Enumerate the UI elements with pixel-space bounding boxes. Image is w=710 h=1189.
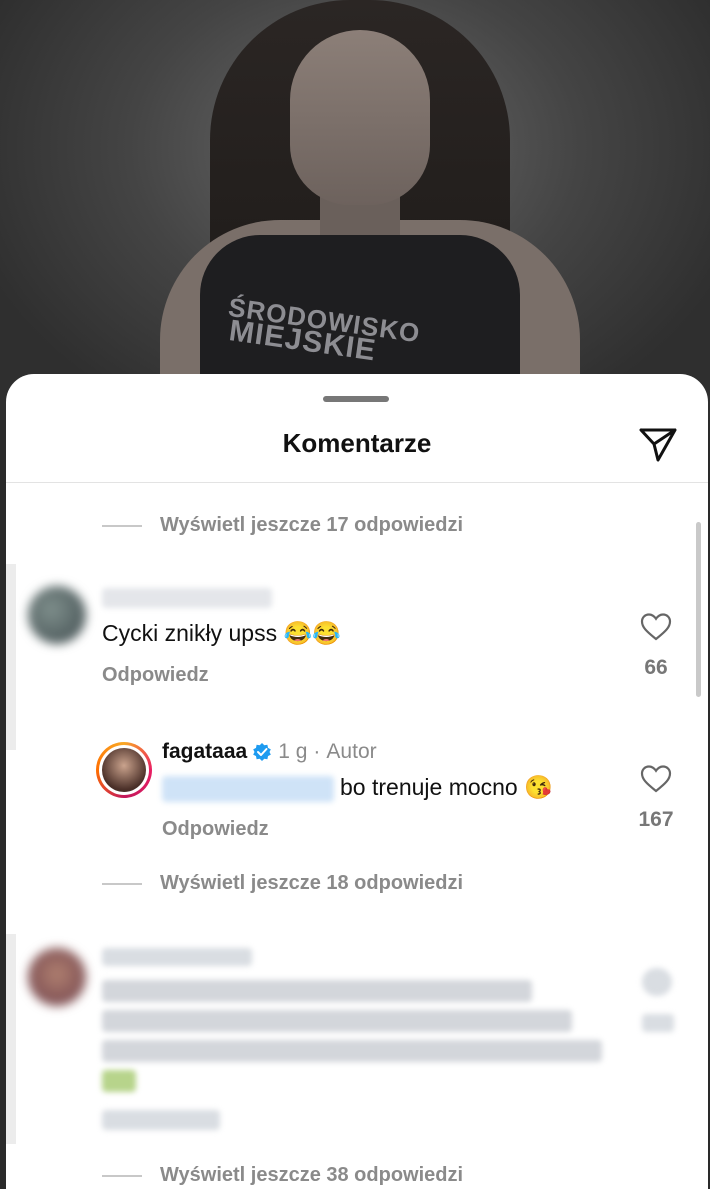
reply-button-blurred[interactable] [102, 1110, 220, 1130]
heart-outline-icon[interactable] [642, 968, 672, 996]
reply-header: fagataaa 1 g · Autor [162, 740, 377, 764]
avatar[interactable] [28, 948, 86, 1006]
author-username[interactable]: fagataaa [162, 740, 247, 764]
reply-time: 1 g [278, 740, 308, 763]
reply-button[interactable]: Odpowiedz [162, 818, 269, 841]
sheet-title: Komentarze [282, 428, 432, 458]
view-more-replies-button[interactable]: Wyświetl jeszcze 17 odpowiedzi [102, 514, 463, 537]
username-blurred[interactable] [102, 948, 252, 966]
avatar[interactable] [28, 586, 86, 644]
like-count: 167 [638, 808, 674, 831]
comment-text: Cycki znikły upss 😂😂 [102, 620, 341, 646]
view-more-replies-label: Wyświetl jeszcze 17 odpowiedzi [160, 514, 464, 536]
reply-text: bo trenuje mocno 😘 [340, 774, 553, 800]
heart-outline-icon[interactable] [640, 764, 672, 794]
meta-separator: · [313, 740, 321, 763]
mention-blurred[interactable] [162, 776, 334, 802]
comments-sheet: Komentarze Wyświetl jeszcze 17 odpowiedz… [6, 374, 708, 1189]
view-more-replies-label: Wyświetl jeszcze 18 odpowiedzi [160, 872, 464, 894]
paper-plane-icon[interactable] [636, 422, 680, 466]
verified-badge-icon [253, 743, 272, 761]
username-blurred[interactable] [102, 588, 272, 608]
view-more-replies-button[interactable]: Wyświetl jeszcze 38 odpowiedzi [102, 1164, 463, 1187]
reply-button[interactable]: Odpowiedz [102, 664, 209, 687]
heart-outline-icon[interactable] [640, 612, 672, 642]
post-background-image: ŚRODOWISKO MIEJSKIE [0, 0, 710, 420]
story-ring-avatar[interactable] [96, 742, 152, 798]
view-more-replies-button[interactable]: Wyświetl jeszcze 18 odpowiedzi [102, 872, 463, 895]
like-count-blurred [642, 1014, 674, 1032]
like-count: 66 [644, 656, 668, 679]
view-more-replies-label: Wyświetl jeszcze 38 odpowiedzi [160, 1164, 464, 1186]
comment-text-blurred [102, 980, 532, 1002]
drag-handle[interactable] [323, 396, 389, 402]
header-divider [6, 482, 708, 483]
author-label: Autor [326, 740, 377, 763]
scrollbar[interactable] [696, 522, 701, 697]
